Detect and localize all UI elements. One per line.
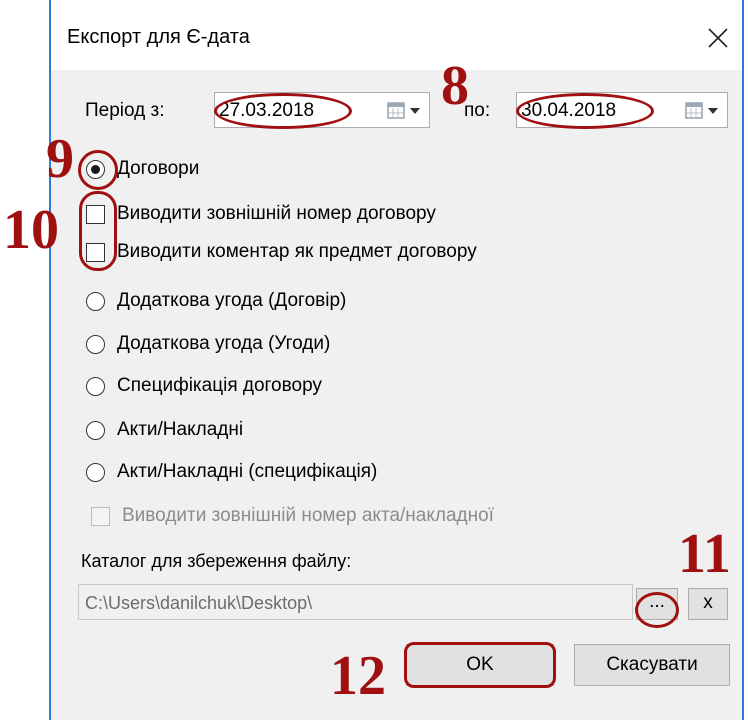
- annotation-ring-date-to: [516, 93, 654, 129]
- radio-addendum-deals[interactable]: [86, 335, 105, 354]
- radio-addendum-deals-label: Додаткова угода (Угоди): [117, 333, 331, 354]
- close-icon: [708, 28, 728, 48]
- annotation-number-10: 10: [3, 199, 59, 261]
- close-button[interactable]: [698, 18, 738, 58]
- save-folder-label: Каталог для збереження файлу:: [81, 551, 352, 571]
- annotation-ring-ok: [404, 642, 556, 688]
- annotation-ring-browse: [635, 592, 679, 628]
- radio-specification[interactable]: [86, 377, 105, 396]
- save-path-value: C:\Users\danilchuk\Desktop\: [85, 593, 313, 613]
- calendar-dropdown-icon[interactable]: [685, 102, 723, 120]
- radio-acts-spec[interactable]: [86, 463, 105, 482]
- annotation-ring-checkboxes: [79, 191, 117, 271]
- radio-addendum-contract[interactable]: [86, 292, 105, 311]
- cancel-button[interactable]: Скасувати: [574, 644, 730, 686]
- annotation-ring-date-from: [214, 93, 352, 129]
- title-bar: Експорт для Є-дата: [51, 0, 742, 70]
- annotation-number-8: 8: [441, 55, 469, 117]
- checkbox-act-ext-number-label: Виводити зовнішній номер акта/накладної: [122, 505, 494, 526]
- calendar-dropdown-icon[interactable]: [387, 102, 425, 120]
- save-path-field[interactable]: C:\Users\danilchuk\Desktop\: [78, 584, 633, 620]
- annotation-number-11: 11: [678, 523, 731, 585]
- radio-acts-spec-label: Акти/Накладні (специфікація): [117, 461, 378, 482]
- checkbox-comment-subject-label: Виводити коментар як предмет договору: [117, 241, 477, 262]
- annotation-ring-contracts: [78, 150, 118, 190]
- radio-addendum-contract-label: Додаткова угода (Договір): [117, 290, 347, 311]
- radio-contracts-label: Договори: [117, 158, 200, 179]
- annotation-number-12: 12: [330, 645, 386, 707]
- checkbox-act-ext-number[interactable]: [91, 507, 110, 526]
- clear-path-button[interactable]: x: [688, 588, 728, 620]
- radio-acts[interactable]: [86, 421, 105, 440]
- radio-acts-label: Акти/Накладні: [117, 419, 244, 440]
- dialog-title: Експорт для Є-дата: [67, 26, 250, 48]
- annotation-number-9: 9: [46, 128, 74, 190]
- checkbox-ext-number-label: Виводити зовнішній номер договору: [117, 203, 436, 224]
- period-from-label: Період з:: [85, 100, 165, 121]
- radio-specification-label: Специфікація договору: [117, 375, 322, 396]
